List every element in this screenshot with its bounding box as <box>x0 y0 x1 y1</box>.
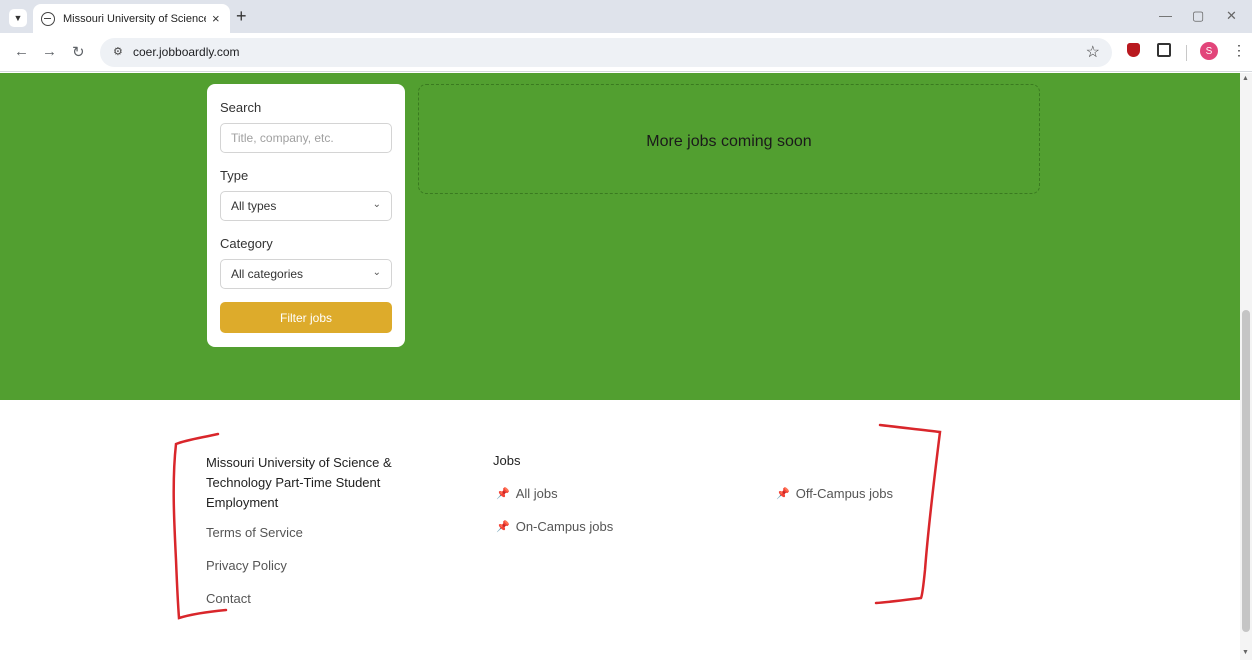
privacy-link[interactable]: Privacy Policy <box>206 558 287 573</box>
off-campus-jobs-link[interactable]: 📌 Off-Campus jobs <box>776 486 893 501</box>
chevron-down-icon: ▼ <box>13 13 23 23</box>
window-close-icon[interactable]: ✕ <box>1226 8 1237 24</box>
type-select[interactable]: All types ⌄ <box>220 191 392 221</box>
footer: Missouri University of Science & Technol… <box>0 400 1240 660</box>
contact-link[interactable]: Contact <box>206 591 251 606</box>
all-jobs-label: All jobs <box>515 486 558 501</box>
globe-icon <box>41 11 55 26</box>
search-input[interactable]: Title, company, etc. <box>220 123 392 153</box>
footer-org-name: Missouri University of Science & Technol… <box>206 455 392 510</box>
on-campus-jobs-label: On-Campus jobs <box>515 519 614 534</box>
page-scrollbar[interactable]: ▲ ▼ <box>1240 73 1252 660</box>
jobs-heading: Jobs <box>493 453 521 468</box>
filter-jobs-button[interactable]: Filter jobs <box>220 302 392 333</box>
browser-toolbar: ← → ↻ ⚙ coer.jobboardly.com ☆ S ⋮ <box>0 33 1252 72</box>
puzzle-icon[interactable] <box>1157 43 1171 57</box>
scroll-up-icon[interactable]: ▲ <box>1242 75 1249 82</box>
forward-icon[interactable]: → <box>42 43 57 60</box>
url-text[interactable]: coer.jobboardly.com <box>133 45 240 59</box>
toolbar-divider <box>1186 45 1187 61</box>
category-select-value: All categories <box>231 267 304 281</box>
more-jobs-placeholder: More jobs coming soon <box>418 84 1040 194</box>
tab-title: Missouri University of Science & <box>63 12 206 25</box>
address-bar[interactable]: ⚙ coer.jobboardly.com ☆ <box>100 38 1112 67</box>
browser-tab[interactable]: Missouri University of Science & × <box>33 4 230 33</box>
category-label: Category <box>220 236 273 251</box>
minimize-icon[interactable]: — <box>1159 8 1172 23</box>
on-campus-jobs-link[interactable]: 📌 On-Campus jobs <box>496 519 613 534</box>
scroll-down-icon[interactable]: ▼ <box>1242 649 1249 656</box>
restore-icon[interactable]: ▢ <box>1192 8 1204 24</box>
chevron-down-icon: ⌄ <box>372 267 381 278</box>
off-campus-jobs-label: Off-Campus jobs <box>795 486 893 501</box>
filter-card: Search Title, company, etc. Type All typ… <box>207 84 405 347</box>
profile-avatar[interactable]: S <box>1200 42 1218 60</box>
type-label: Type <box>220 168 249 183</box>
pushpin-icon: 📌 <box>496 521 510 533</box>
search-label: Search <box>220 100 262 115</box>
category-select[interactable]: All categories ⌄ <box>220 259 392 289</box>
browser-tab-bar: ▼ Missouri University of Science & × + —… <box>0 0 1252 33</box>
plus-icon[interactable]: + <box>236 6 247 27</box>
shield-extension-icon[interactable] <box>1127 43 1140 57</box>
pushpin-icon: 📌 <box>496 488 510 500</box>
back-icon[interactable]: ← <box>14 43 29 60</box>
type-select-value: All types <box>231 199 277 213</box>
all-jobs-link[interactable]: 📌 All jobs <box>496 486 558 501</box>
tab-search-button[interactable]: ▼ <box>9 9 27 27</box>
site-settings-icon[interactable]: ⚙ <box>113 45 123 58</box>
pushpin-icon: 📌 <box>776 488 790 500</box>
scroll-thumb[interactable] <box>1242 310 1250 632</box>
more-jobs-message: More jobs coming soon <box>646 133 812 150</box>
close-icon[interactable]: × <box>212 11 220 26</box>
terms-link[interactable]: Terms of Service <box>206 525 303 540</box>
jobs-section: Search Title, company, etc. Type All typ… <box>0 73 1240 400</box>
kebab-icon[interactable]: ⋮ <box>1232 42 1246 59</box>
star-icon[interactable]: ☆ <box>1086 42 1100 62</box>
reload-icon[interactable]: ↻ <box>72 43 85 61</box>
chevron-down-icon: ⌄ <box>372 199 381 210</box>
